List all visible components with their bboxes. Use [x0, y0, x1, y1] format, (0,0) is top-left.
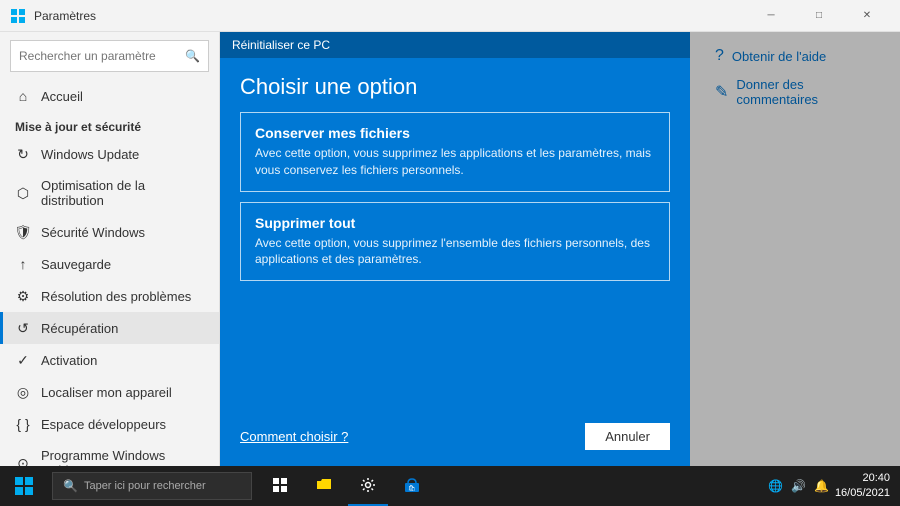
sidebar-item-sauvegarde[interactable]: ↑ Sauvegarde [0, 248, 219, 280]
clock-time: 20:40 [835, 471, 890, 486]
search-icon: 🔍 [185, 49, 200, 63]
sidebar-item-securite[interactable]: 🛡 Sécurité Windows [0, 216, 219, 248]
taskbar-app-view[interactable] [260, 466, 300, 506]
modal-overlay: Réinitialiser ce PC Choisir une option C… [220, 32, 900, 466]
sidebar-item-label: Récupération [41, 321, 118, 336]
shield-icon: 🛡 [15, 224, 31, 240]
backup-icon: ↑ [15, 256, 31, 272]
sidebar-item-label: Résolution des problèmes [41, 289, 191, 304]
recovery-icon: ↺ [15, 320, 31, 336]
sidebar: 🔍 ⌂ Accueil Mise à jour et sécurité ↻ Wi… [0, 32, 220, 466]
start-button[interactable] [0, 466, 48, 506]
taskbar-search-icon: 🔍 [63, 479, 78, 493]
taskbar-clock[interactable]: 20:40 16/05/2021 [835, 471, 890, 502]
sidebar-item-windows-update[interactable]: ↻ Windows Update [0, 138, 219, 170]
minimize-button[interactable]: ─ [748, 0, 794, 32]
sidebar-item-developpeurs[interactable]: { } Espace développeurs [0, 408, 219, 440]
option-keep-files-title: Conserver mes fichiers [255, 125, 655, 141]
taskbar-apps: 🛍 [260, 466, 432, 506]
taskbar-search-text: Taper ici pour rechercher [84, 480, 206, 492]
option-remove-all-title: Supprimer tout [255, 215, 655, 231]
update-icon: ↻ [15, 146, 31, 162]
sidebar-item-label: Sécurité Windows [41, 225, 145, 240]
sidebar-item-accueil[interactable]: ⌂ Accueil [0, 80, 219, 112]
sidebar-section-label: Mise à jour et sécurité [0, 112, 219, 138]
app-icon [10, 8, 26, 24]
volume-icon[interactable]: 🔊 [791, 479, 806, 493]
taskbar-icons: 🌐 🔊 🔔 [768, 479, 829, 493]
modal-header-bar: Réinitialiser ce PC [220, 32, 690, 58]
sidebar-item-label: Localiser mon appareil [41, 385, 172, 400]
sidebar-item-insider[interactable]: ⊙ Programme Windows Insider [0, 440, 219, 466]
troubleshoot-icon: ⚙ [15, 288, 31, 304]
sidebar-item-label: Windows Update [41, 147, 139, 162]
cancel-button[interactable]: Annuler [585, 423, 670, 450]
taskbar: 🔍 Taper ici pour rechercher [0, 466, 900, 506]
taskbar-app-store[interactable]: 🛍 [392, 466, 432, 506]
home-icon: ⌂ [15, 88, 31, 104]
locate-icon: ◎ [15, 384, 31, 400]
sidebar-item-distribution[interactable]: ⬡ Optimisation de la distribution [0, 170, 219, 216]
search-input[interactable] [19, 49, 185, 63]
maximize-button[interactable]: □ [796, 0, 842, 32]
sidebar-item-label: Programme Windows Insider [41, 448, 204, 466]
sidebar-item-localiser[interactable]: ◎ Localiser mon appareil [0, 376, 219, 408]
clock-date: 16/05/2021 [835, 486, 890, 501]
sidebar-item-activation[interactable]: ✓ Activation [0, 344, 219, 376]
modal-help-link[interactable]: Comment choisir ? [240, 429, 348, 444]
title-bar: Paramètres ─ □ ✕ [0, 0, 900, 32]
option-remove-all[interactable]: Supprimer tout Avec cette option, vous s… [240, 202, 670, 282]
taskbar-app-explorer[interactable] [304, 466, 344, 506]
option-keep-files[interactable]: Conserver mes fichiers Avec cette option… [240, 112, 670, 192]
taskbar-right: 🌐 🔊 🔔 20:40 16/05/2021 [768, 471, 900, 502]
activation-icon: ✓ [15, 352, 31, 368]
title-bar-text: Paramètres [34, 9, 748, 23]
taskbar-search[interactable]: 🔍 Taper ici pour rechercher [52, 472, 252, 500]
search-box[interactable]: 🔍 [10, 40, 209, 72]
battery-icon: 🔔 [814, 479, 829, 493]
sidebar-item-label: Accueil [41, 89, 83, 104]
sidebar-item-label: Espace développeurs [41, 417, 166, 432]
sidebar-item-label: Activation [41, 353, 97, 368]
modal-options: Conserver mes fichiers Avec cette option… [220, 112, 690, 281]
window-controls: ─ □ ✕ [748, 0, 890, 32]
network-icon[interactable]: 🌐 [768, 479, 783, 493]
close-button[interactable]: ✕ [844, 0, 890, 32]
modal-title: Choisir une option [220, 58, 690, 112]
sidebar-item-resolution[interactable]: ⚙ Résolution des problèmes [0, 280, 219, 312]
dev-icon: { } [15, 416, 31, 432]
svg-text:🛍: 🛍 [408, 484, 416, 492]
taskbar-app-settings[interactable] [348, 466, 388, 506]
sidebar-item-label: Optimisation de la distribution [41, 178, 204, 208]
distribution-icon: ⬡ [15, 185, 31, 201]
insider-icon: ⊙ [15, 455, 31, 466]
sidebar-item-label: Sauvegarde [41, 257, 111, 272]
modal-dialog: Réinitialiser ce PC Choisir une option C… [220, 32, 690, 466]
option-remove-all-desc: Avec cette option, vous supprimez l'ense… [255, 235, 655, 269]
sidebar-item-recuperation[interactable]: ↺ Récupération [0, 312, 219, 344]
option-keep-files-desc: Avec cette option, vous supprimez les ap… [255, 145, 655, 179]
modal-footer: Comment choisir ? Annuler [220, 407, 690, 466]
